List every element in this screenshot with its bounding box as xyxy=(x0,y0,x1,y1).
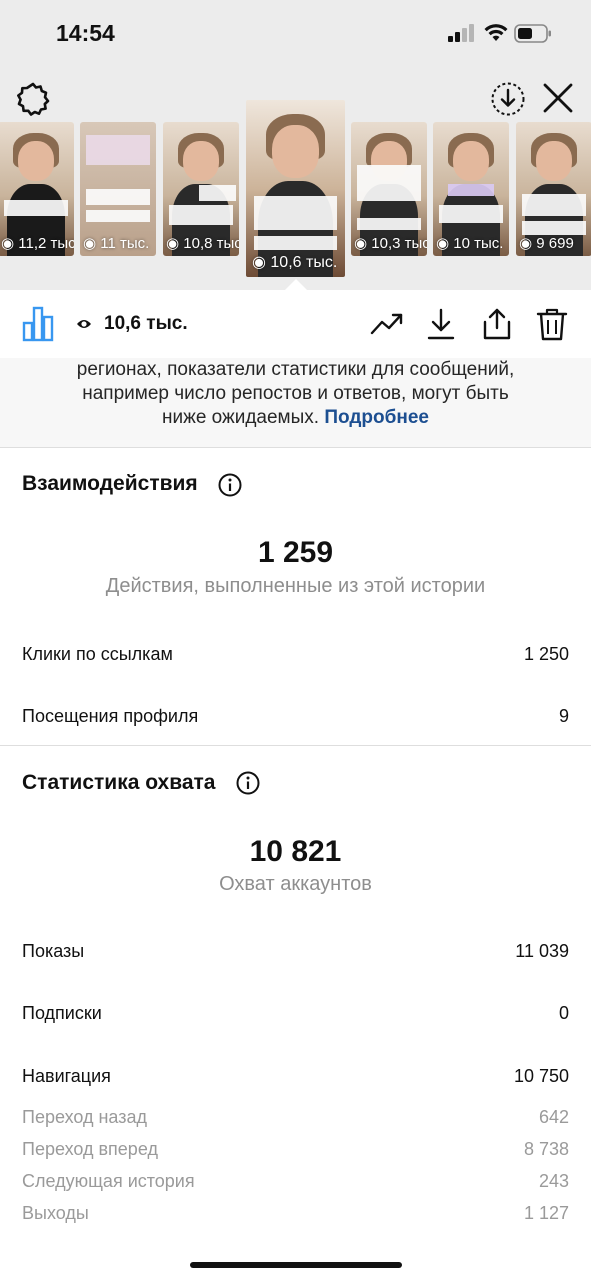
reach-subtitle: Охват аккаунтов xyxy=(219,873,372,895)
trash-icon[interactable] xyxy=(535,307,569,341)
eye-icon xyxy=(77,320,91,328)
navigation-label: Навигация xyxy=(22,1066,111,1086)
story-view-count: ◉ 11,2 тыс. xyxy=(1,235,74,252)
profile-visits-label: Посещения профиля xyxy=(22,706,199,726)
story-view-count: ◉ 10,3 тыс. xyxy=(354,235,427,252)
story-thumbnail[interactable]: ◉ 10,8 тыс. xyxy=(163,122,239,256)
story-thumbnail-selected[interactable]: ◉ 10,6 тыс. xyxy=(246,100,345,277)
story-view-count: ◉ 11 тыс. xyxy=(83,235,150,252)
action-bar: 10,6 тыс. xyxy=(0,290,591,358)
story-thumbnail[interactable]: ◉ 10 тыс. xyxy=(433,122,509,256)
notice-line: ниже ожидаемых. Подробнее xyxy=(0,406,591,430)
forward-label: Переход вперед xyxy=(22,1139,158,1159)
interactions-total: 1 259 xyxy=(257,536,334,569)
exits-label: Выходы xyxy=(22,1203,89,1223)
story-view-count: ◉ 9 699 xyxy=(519,235,574,252)
story-view-count: ◉ 10 тыс. xyxy=(436,235,504,252)
interactions-subtitle: Действия, выполненные из этой истории xyxy=(105,575,486,597)
learn-more-link[interactable]: Подробнее xyxy=(324,407,429,428)
status-bar: 14:54 xyxy=(0,0,591,66)
battery-icon xyxy=(514,24,551,43)
reach-title: Статистика охвата xyxy=(22,771,216,794)
notice-text: ниже ожидаемых. xyxy=(162,407,320,428)
exits-value: 1 127 xyxy=(523,1203,569,1223)
section-divider xyxy=(0,745,591,746)
signal-icon xyxy=(448,24,474,42)
notice-line: например число репостов и ответов, могут… xyxy=(82,383,509,404)
impressions-label: Показы xyxy=(22,941,85,961)
gear-icon[interactable] xyxy=(16,82,50,116)
story-thumbnail[interactable]: ◉ 11 тыс. xyxy=(80,122,156,256)
info-icon[interactable] xyxy=(218,473,242,497)
next-story-value: 243 xyxy=(538,1171,569,1191)
story-thumbnail[interactable]: ◉ 10,3 тыс. xyxy=(351,122,427,256)
reach-total: 10 821 xyxy=(249,835,342,868)
story-thumbnail-strip: ◉ 11,2 тыс. ◉ 11 тыс. ◉ 10,8 тыс. ◉ 10,6… xyxy=(0,100,591,280)
back-label: Переход назад xyxy=(22,1107,148,1127)
download-icon[interactable] xyxy=(424,307,458,341)
follows-value: 0 xyxy=(558,1003,569,1023)
notice-line: регионах, показатели статистики для сооб… xyxy=(76,359,515,380)
interactions-title: Взаимодействия xyxy=(22,472,198,495)
share-icon[interactable] xyxy=(480,307,514,341)
status-time: 14:54 xyxy=(56,20,115,46)
navigation-value: 10 750 xyxy=(513,1066,569,1086)
link-clicks-label: Клики по ссылкам xyxy=(22,644,173,664)
wifi-icon xyxy=(484,24,508,41)
story-thumbnail[interactable]: ◉ 9 699 xyxy=(516,122,591,256)
download-circle-icon[interactable] xyxy=(490,81,526,117)
next-story-label: Следующая история xyxy=(22,1171,195,1191)
close-icon[interactable] xyxy=(542,82,574,114)
view-count: 10,6 тыс. xyxy=(104,313,188,334)
info-icon[interactable] xyxy=(236,771,260,795)
profile-visits-value: 9 xyxy=(558,706,569,726)
insights-bar-chart-icon[interactable] xyxy=(22,306,54,342)
trending-icon[interactable] xyxy=(370,307,404,341)
forward-value: 8 738 xyxy=(523,1139,569,1159)
home-indicator[interactable] xyxy=(190,1262,402,1268)
link-clicks-value: 1 250 xyxy=(523,644,569,664)
story-view-count: ◉ 10,8 тыс. xyxy=(166,235,239,252)
follows-label: Подписки xyxy=(22,1003,102,1023)
impressions-value: 11 039 xyxy=(515,941,569,961)
back-value: 642 xyxy=(538,1107,569,1127)
story-view-count: ◉ 10,6 тыс. xyxy=(252,254,338,271)
story-thumbnail[interactable]: ◉ 11,2 тыс. xyxy=(0,122,74,256)
stats-notice: регионах, показатели статистики для сооб… xyxy=(0,358,591,448)
